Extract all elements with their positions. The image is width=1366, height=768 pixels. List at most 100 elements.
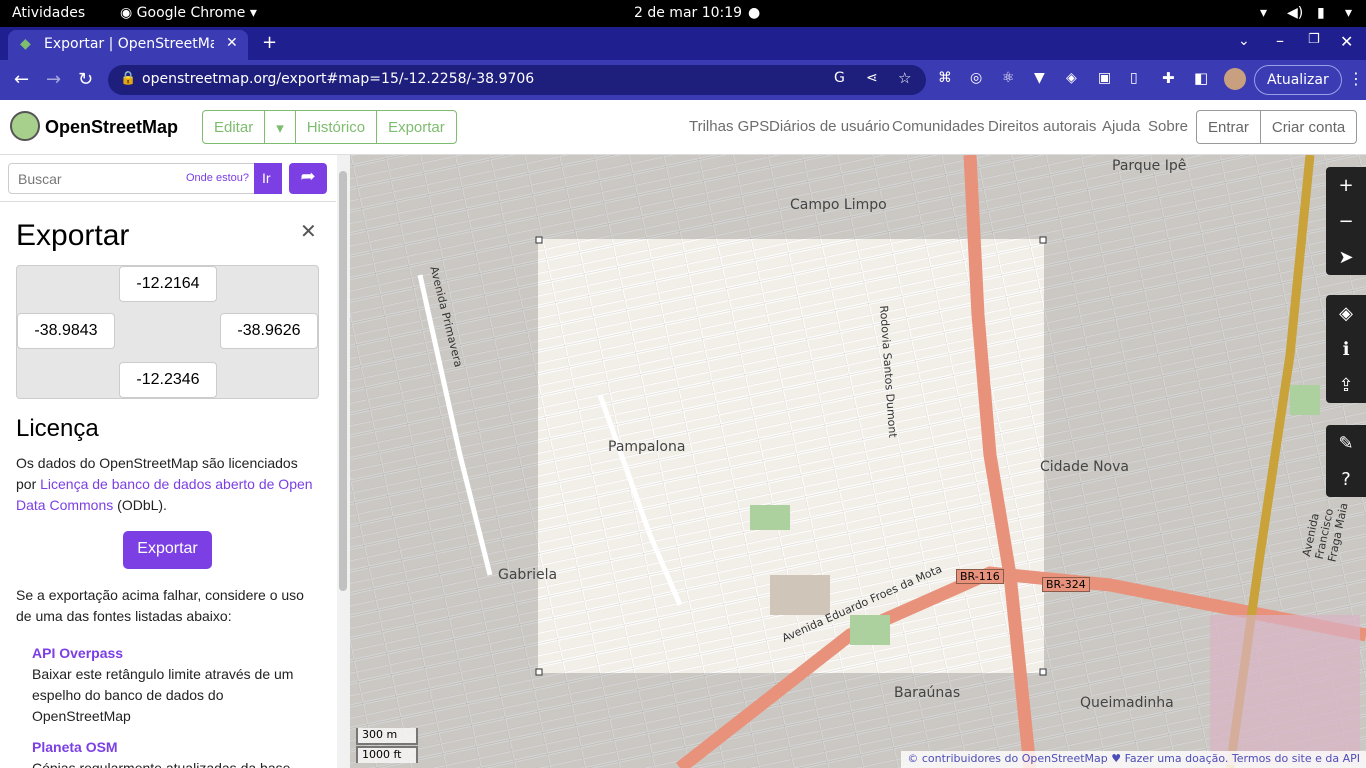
search-input[interactable]: Buscar Onde estou? (8, 163, 282, 194)
tab-strip: ◆ Exportar | OpenStreetMap ✕ + ⌄ – ❐ ✕ (0, 27, 1366, 60)
battery-icon[interactable]: ▮ (1317, 5, 1325, 21)
map-label-baraunas: Baraúnas (894, 685, 961, 701)
nav-gps-traces[interactable]: Trilhas GPS (689, 118, 769, 135)
side-panel-icon[interactable]: ◧ (1194, 69, 1208, 87)
minimize-icon[interactable]: – (1276, 31, 1284, 50)
scale-metric: 300 m (356, 728, 418, 745)
nav-copyright[interactable]: Direitos autorais (988, 118, 1096, 135)
tab-search-icon[interactable]: ⌄ (1238, 33, 1250, 49)
share-icon[interactable]: ⋖ (866, 70, 878, 86)
map-view[interactable]: Campo Limpo Parque Ipê Pampalona Cidade … (350, 155, 1366, 768)
nav-help[interactable]: Ajuda (1102, 118, 1140, 135)
directions-icon[interactable]: ➦ (289, 163, 327, 194)
bookmark-star-icon[interactable]: ☆ (898, 69, 911, 87)
extension-icon-3[interactable]: ▣ (1098, 70, 1111, 86)
extension-icon-2[interactable]: ◈ (1066, 70, 1077, 86)
panel-title: Exportar (16, 219, 130, 252)
west-input[interactable] (17, 313, 115, 349)
map-label-parque-ipe: Parque Ipê (1112, 158, 1187, 174)
zoom-out-icon[interactable]: − (1326, 203, 1366, 239)
map-tiles[interactable] (350, 155, 1366, 768)
scale-imperial: 1000 ft (356, 746, 418, 763)
zoom-controls: + − ➤ (1326, 167, 1366, 275)
locate-icon[interactable]: ➤ (1326, 239, 1366, 275)
where-am-i-link[interactable]: Onde estou? (186, 172, 249, 184)
browser-toolbar: ← → ↻ 🔒 openstreetmap.org/export#map=15/… (0, 60, 1366, 100)
map-label-gabriela: Gabriela (498, 567, 558, 583)
export-tab-button[interactable]: Exportar (377, 111, 456, 143)
site-title[interactable]: OpenStreetMap (45, 117, 178, 138)
history-button[interactable]: Histórico (296, 111, 378, 143)
google-icon[interactable]: G (834, 70, 845, 86)
scrollbar-thumb[interactable] (339, 171, 347, 591)
export-button[interactable]: Exportar (123, 531, 212, 569)
map-label-cidade-nova: Cidade Nova (1040, 459, 1129, 475)
login-button[interactable]: Entrar (1197, 111, 1261, 143)
nav-about[interactable]: Sobre (1148, 118, 1188, 135)
map-road-shield: BR-116 (956, 569, 1004, 584)
vue-extension-icon[interactable]: ▼ (1034, 70, 1045, 86)
osm-logo-icon[interactable] (10, 111, 40, 141)
close-window-icon[interactable]: ✕ (1340, 32, 1353, 51)
planet-osm-desc: Cópias regularmente atualizadas da base (32, 760, 291, 768)
map-attribution[interactable]: © contribuidores do OpenStreetMap ♥ Faze… (901, 751, 1366, 768)
layers-icon[interactable]: ◈ (1326, 295, 1366, 331)
activities-button[interactable]: Atividades (12, 5, 85, 21)
overpass-link[interactable]: API Overpass (32, 645, 123, 661)
clock[interactable]: 2 de mar 10:19 (634, 5, 742, 21)
volume-icon[interactable]: ◀) (1287, 5, 1303, 21)
avatar[interactable] (1224, 68, 1246, 90)
nav-user-diaries[interactable]: Diários de usuário (769, 118, 890, 135)
north-input[interactable] (119, 266, 217, 302)
address-bar[interactable]: 🔒 openstreetmap.org/export#map=15/-12.22… (108, 65, 926, 95)
reload-icon[interactable]: ↻ (78, 69, 93, 90)
close-icon[interactable]: ✕ (300, 219, 317, 244)
translate-extension-icon[interactable]: ⌘ (938, 70, 952, 86)
share-icon[interactable]: ⇪ (1326, 367, 1366, 403)
url-text[interactable]: openstreetmap.org/export#map=15/-12.2258… (142, 71, 534, 87)
tab-title: Exportar | OpenStreetMap (44, 36, 214, 52)
license-heading: Licença (16, 415, 99, 442)
map-road-shield: BR-324 (1042, 577, 1090, 592)
edit-button-group: Editar ▾ Histórico Exportar (202, 110, 457, 144)
map-key-icon[interactable]: ℹ (1326, 331, 1366, 367)
map-label-campo-limpo: Campo Limpo (790, 197, 887, 213)
osm-favicon-icon: ◆ (20, 36, 31, 52)
system-menu-icon[interactable]: ▾ (1345, 5, 1352, 21)
edit-button[interactable]: Editar (203, 111, 266, 143)
osm-header: OpenStreetMap Editar ▾ Histórico Exporta… (0, 100, 1366, 155)
nav-communities[interactable]: Comunidades (892, 118, 985, 135)
signup-button[interactable]: Criar conta (1261, 111, 1356, 143)
extension-icon[interactable]: ◎ (970, 70, 982, 86)
chrome-menu-icon[interactable]: ⋮ (1348, 69, 1364, 88)
new-tab-icon[interactable]: + (262, 32, 277, 53)
close-tab-icon[interactable]: ✕ (226, 35, 238, 51)
extensions-puzzle-icon[interactable]: ✚ (1162, 69, 1175, 87)
update-chrome-button[interactable]: Atualizar (1254, 65, 1342, 95)
divider (0, 201, 336, 202)
back-icon[interactable]: ← (14, 69, 29, 90)
sidebar-scrollbar[interactable] (337, 155, 350, 768)
notification-dot-icon: ● (748, 5, 761, 21)
search-go-button[interactable]: Ir (254, 163, 282, 194)
app-menu[interactable]: ◉ Google Chrome ▾ (120, 5, 257, 21)
add-note-icon[interactable]: ✎ (1326, 425, 1366, 461)
east-input[interactable] (220, 313, 318, 349)
license-text: Os dados do OpenStreetMap são licenciado… (16, 453, 316, 516)
fallback-text: Se a exportação acima falhar, considere … (16, 587, 304, 624)
extension-icon-4[interactable]: ▯ (1130, 70, 1138, 86)
wifi-icon[interactable]: ▾ (1260, 5, 1267, 21)
query-features-icon[interactable]: ? (1326, 461, 1366, 497)
zoom-in-icon[interactable]: + (1326, 167, 1366, 203)
browser-tab[interactable]: ◆ Exportar | OpenStreetMap ✕ (8, 30, 248, 60)
app-name: Google Chrome (136, 5, 246, 21)
edit-dropdown-chevron-down-icon[interactable]: ▾ (265, 111, 296, 143)
south-input[interactable] (119, 362, 217, 398)
maximize-icon[interactable]: ❐ (1308, 32, 1320, 47)
forward-icon[interactable]: → (46, 69, 61, 90)
react-extension-icon[interactable]: ⚛ (1002, 70, 1015, 86)
planet-osm-link[interactable]: Planeta OSM (32, 739, 118, 755)
sidebar: Buscar Onde estou? Ir ➦ Exportar ✕ Licen… (0, 155, 350, 768)
license-text-part: (ODbL). (113, 497, 167, 513)
map-label-queimadinha: Queimadinha (1080, 695, 1174, 711)
